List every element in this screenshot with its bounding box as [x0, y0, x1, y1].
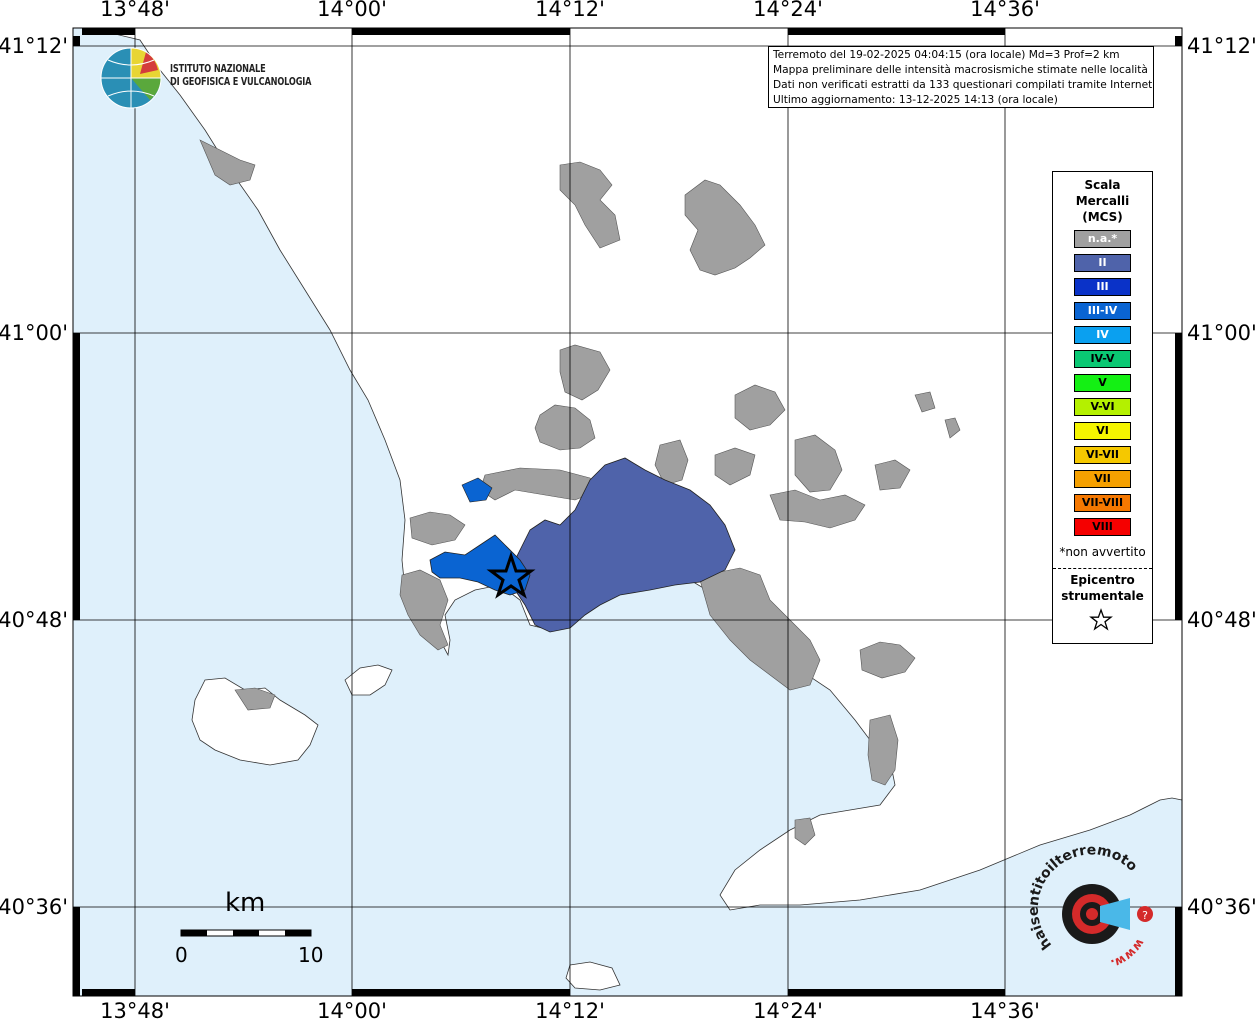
- legend-swatch: V-VI: [1074, 398, 1131, 416]
- lon-label: 14°00': [317, 0, 387, 21]
- legend-swatch: IV: [1074, 326, 1131, 344]
- event-info-box: Terremoto del 19-02-2025 04:04:15 (ora l…: [768, 46, 1154, 108]
- lon-label: 14°12': [535, 999, 605, 1023]
- legend-swatch: n.a.*: [1074, 230, 1131, 248]
- lon-label: 13°48': [100, 0, 170, 21]
- ingv-logo-text: ISTITUTO NAZIONALE DI GEOFISICA E VULCAN…: [170, 63, 312, 89]
- ingv-logo-line2: DI GEOFISICA E VULCANOLOGIA: [170, 76, 312, 88]
- svg-text:?: ?: [1142, 909, 1148, 922]
- ingv-globe-icon: [100, 47, 162, 109]
- lon-label: 14°00': [317, 999, 387, 1023]
- legend-swatch: VII-VIII: [1074, 494, 1131, 512]
- event-info-line2: Mappa preliminare delle intensità macros…: [773, 64, 1148, 76]
- lon-label: 13°48': [100, 999, 170, 1023]
- legend-swatch: VI: [1074, 422, 1131, 440]
- scale-bar: [180, 929, 312, 937]
- lat-label: 40°36': [0, 895, 68, 919]
- mcs-legend: Scala Mercalli (MCS) n.a.* II III III-IV IV I…: [1052, 171, 1153, 644]
- epicenter-legend-label: Epicentro strumentale: [1061, 573, 1144, 603]
- not-felt-note: *non avvertito: [1059, 545, 1146, 559]
- event-info-line1: Terremoto del 19-02-2025 04:04:15 (ora l…: [773, 49, 1120, 61]
- legend-swatch: III-IV: [1074, 302, 1131, 320]
- event-info-line4: Ultimo aggiornamento: 13-12-2025 14:13 (…: [773, 94, 1058, 106]
- latitude-labels-left: 41°12' 41°00' 40°48' 40°36': [0, 34, 68, 919]
- lat-label: 41°12': [1187, 34, 1255, 58]
- lat-label: 40°48': [0, 608, 68, 632]
- scale-min-label: 0: [175, 943, 188, 967]
- legend-swatch: II: [1074, 254, 1131, 272]
- lon-label: 14°36': [970, 0, 1040, 21]
- scale-max-label: 10: [298, 943, 324, 967]
- lon-label: 14°24': [753, 0, 823, 21]
- legend-swatch: V: [1074, 374, 1131, 392]
- lat-label: 41°12': [0, 34, 68, 58]
- legend-swatch: IV-V: [1074, 350, 1131, 368]
- scale-unit-label: km: [225, 888, 266, 918]
- epicenter-star-icon: [1089, 608, 1113, 631]
- legend-swatch: VIII: [1074, 518, 1131, 536]
- ingv-logo-line1: ISTITUTO NAZIONALE: [170, 63, 266, 75]
- lat-label: 41°00': [0, 321, 68, 345]
- lat-label: 40°36': [1187, 895, 1255, 919]
- legend-swatch: VI-VII: [1074, 446, 1131, 464]
- lat-label: 40°48': [1187, 608, 1255, 632]
- legend-divider: [1053, 568, 1152, 569]
- longitude-labels-top: 13°48' 14°00' 14°12' 14°24' 14°36': [100, 0, 1040, 21]
- latitude-labels-right: 41°12' 41°00' 40°48' 40°36': [1187, 34, 1255, 919]
- lon-label: 14°24': [753, 999, 823, 1023]
- longitude-labels-bottom: 13°48' 14°00' 14°12' 14°24' 14°36': [100, 999, 1040, 1023]
- legend-swatch: III: [1074, 278, 1131, 296]
- lon-label: 14°12': [535, 0, 605, 21]
- legend-title: Scala Mercalli (MCS): [1075, 178, 1130, 224]
- event-info-line3: Dati non verificati estratti da 133 ques…: [773, 79, 1154, 91]
- lat-label: 41°00': [1187, 321, 1255, 345]
- legend-swatch: VII: [1074, 470, 1131, 488]
- lon-label: 14°36': [970, 999, 1040, 1023]
